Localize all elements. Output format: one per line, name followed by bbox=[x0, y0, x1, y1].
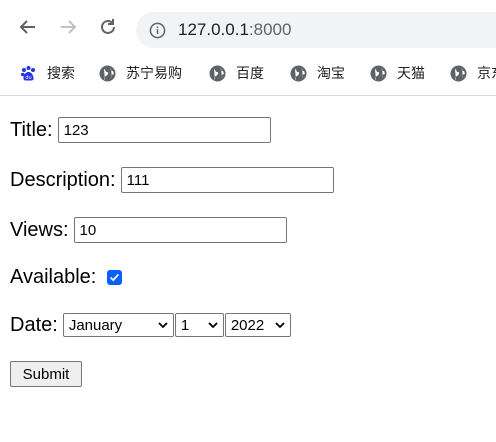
globe-icon bbox=[99, 65, 116, 82]
date-label: Date: bbox=[10, 313, 58, 336]
address-bar[interactable]: 127.0.0.1:8000 bbox=[136, 12, 496, 48]
forward-arrow-icon bbox=[61, 20, 77, 34]
description-label: Description: bbox=[10, 168, 116, 191]
reload-icon bbox=[101, 19, 115, 34]
description-row: Description: bbox=[10, 167, 334, 193]
available-checkbox[interactable] bbox=[107, 270, 123, 285]
month-value: January bbox=[68, 316, 123, 334]
back-arrow-icon bbox=[19, 20, 35, 34]
bookmark-label: 苏宁易购 bbox=[126, 65, 182, 81]
browser-chrome: 127.0.0.1:8000 du 搜索 苏宁易购 百度 淘宝 天猫 京 bbox=[0, 0, 496, 96]
title-label: Title: bbox=[10, 118, 53, 141]
back-button[interactable] bbox=[17, 16, 39, 38]
bookmark-jd[interactable]: 京东 bbox=[450, 60, 496, 86]
url-host: 127.0.0.1 bbox=[178, 20, 249, 39]
available-row: Available: bbox=[10, 266, 123, 289]
submit-button[interactable]: Submit bbox=[10, 361, 82, 387]
form-page: Title: Description: Views: Available: Da… bbox=[0, 97, 496, 442]
globe-icon bbox=[209, 65, 226, 82]
views-row: Views: bbox=[10, 217, 287, 243]
bookmark-suning[interactable]: 苏宁易购 bbox=[99, 60, 182, 86]
bookmark-search[interactable]: du 搜索 bbox=[20, 60, 75, 86]
checkmark-icon bbox=[110, 273, 120, 282]
bookmark-label: 搜索 bbox=[47, 65, 75, 81]
browser-toolbar: 127.0.0.1:8000 bbox=[0, 0, 496, 56]
month-select[interactable]: January bbox=[62, 313, 174, 337]
bookmarks-bar: du 搜索 苏宁易购 百度 淘宝 天猫 京 bbox=[0, 60, 496, 86]
views-input[interactable] bbox=[73, 217, 287, 243]
globe-icon bbox=[450, 65, 467, 82]
year-value: 2022 bbox=[230, 316, 265, 334]
bookmark-tmall[interactable]: 天猫 bbox=[370, 60, 425, 86]
views-label: Views: bbox=[10, 218, 69, 241]
chevron-down-icon bbox=[274, 319, 286, 331]
url-port: :8000 bbox=[248, 20, 292, 39]
bookmark-taobao[interactable]: 淘宝 bbox=[290, 60, 345, 86]
svg-text:du: du bbox=[25, 75, 31, 81]
reload-button[interactable] bbox=[97, 16, 119, 38]
date-row: Date: January 1 2022 bbox=[10, 313, 292, 337]
day-value: 1 bbox=[180, 316, 190, 334]
baidu-paw-icon: du bbox=[20, 65, 37, 82]
globe-icon bbox=[370, 65, 387, 82]
bookmark-label: 百度 bbox=[236, 65, 264, 81]
chevron-down-icon bbox=[207, 319, 219, 331]
day-select[interactable]: 1 bbox=[174, 313, 224, 337]
url-text: 127.0.0.1:8000 bbox=[178, 20, 291, 40]
bookmark-label: 京东 bbox=[477, 65, 496, 81]
bookmark-baidu[interactable]: 百度 bbox=[209, 60, 264, 86]
bookmark-label: 天猫 bbox=[397, 65, 425, 81]
title-input[interactable] bbox=[57, 117, 271, 143]
forward-button[interactable] bbox=[57, 16, 79, 38]
year-select[interactable]: 2022 bbox=[224, 313, 291, 337]
available-label: Available: bbox=[10, 266, 97, 288]
title-row: Title: bbox=[10, 117, 271, 143]
chevron-down-icon bbox=[157, 319, 169, 331]
bookmark-label: 淘宝 bbox=[317, 65, 345, 81]
globe-icon bbox=[290, 65, 307, 82]
info-icon[interactable] bbox=[148, 21, 166, 39]
description-input[interactable] bbox=[120, 167, 334, 193]
